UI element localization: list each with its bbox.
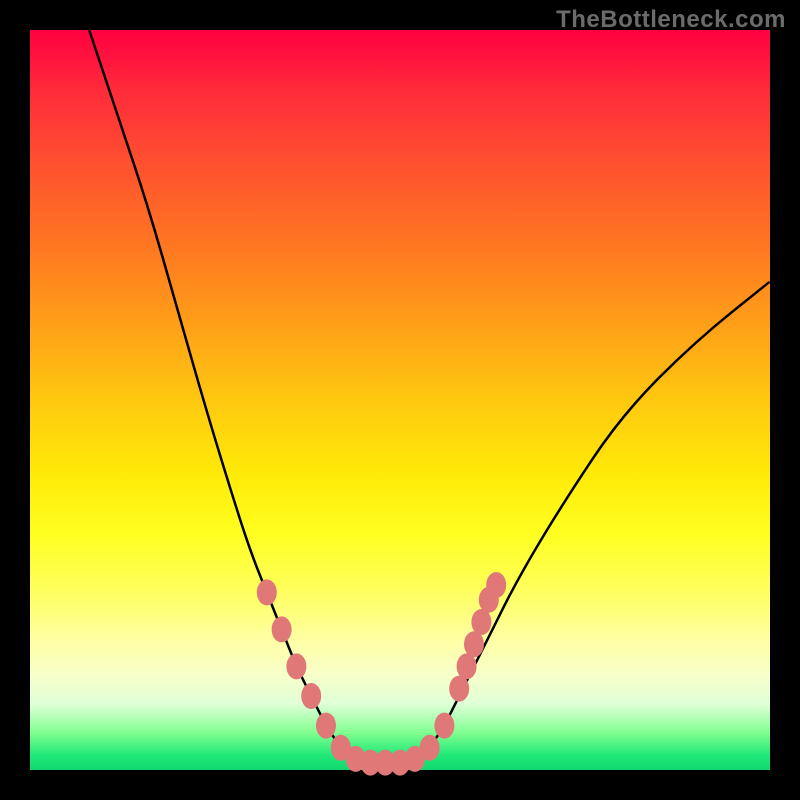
data-marker xyxy=(471,609,491,635)
data-marker xyxy=(449,676,469,702)
data-marker xyxy=(464,631,484,657)
data-marker xyxy=(457,653,477,679)
data-marker xyxy=(257,579,277,605)
curve-markers xyxy=(257,572,506,776)
data-marker xyxy=(316,713,336,739)
chart-stage: TheBottleneck.com xyxy=(0,0,800,800)
data-marker xyxy=(434,713,454,739)
data-marker xyxy=(272,616,292,642)
plot-area xyxy=(30,30,770,770)
curve-svg xyxy=(30,30,770,770)
data-marker xyxy=(420,735,440,761)
data-marker xyxy=(286,653,306,679)
data-marker xyxy=(301,683,321,709)
bottleneck-curve xyxy=(89,30,770,763)
data-marker xyxy=(486,572,506,598)
